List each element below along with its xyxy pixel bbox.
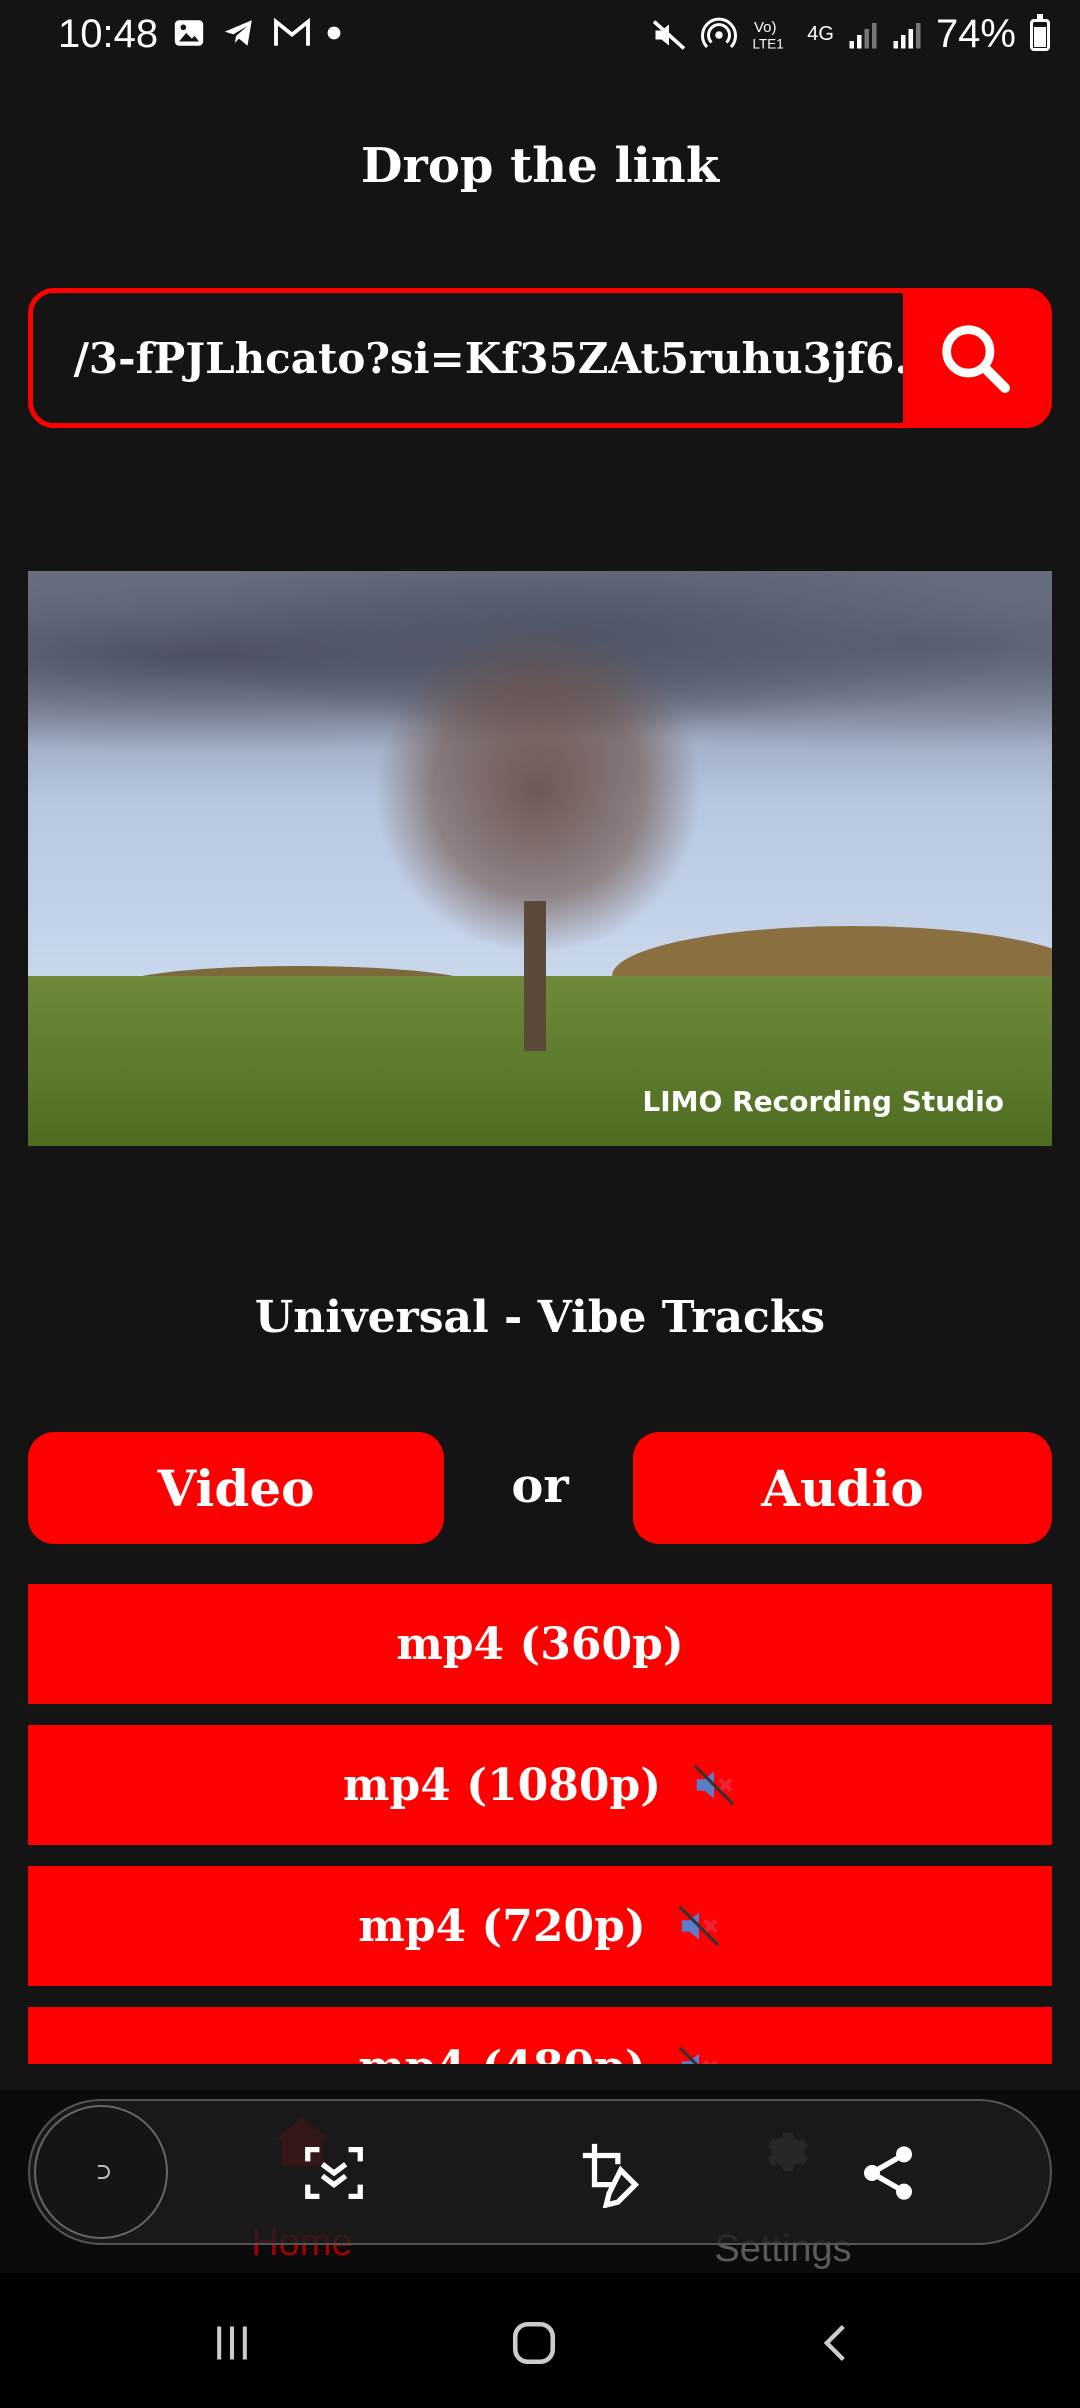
crop-edit-icon <box>582 2143 640 2208</box>
share-icon <box>864 2146 912 2200</box>
search-input[interactable] <box>33 293 909 423</box>
signal-2-icon <box>893 22 921 48</box>
screenshot-toolbar <box>28 2099 1052 2245</box>
svg-text:Vo): Vo) <box>754 19 777 36</box>
back-chevron-icon <box>823 2324 845 2362</box>
format-option-label: mp4 (360p) <box>396 1618 684 1670</box>
format-option-label: mp4 (1080p) <box>342 1759 662 1811</box>
home-system-button[interactable] <box>504 2313 564 2373</box>
network-type: 4G <box>807 23 834 45</box>
speaker-muted-icon <box>691 1762 737 1808</box>
format-option-button[interactable]: mp4 (480p) <box>28 2007 1052 2064</box>
speaker-muted-icon <box>676 2044 722 2064</box>
thumbnail-watermark: LIMO Recording Studio <box>642 1085 1004 1118</box>
gmail-icon <box>274 17 310 46</box>
battery-percent: 74% <box>935 12 1016 56</box>
or-label: or <box>511 1458 569 1514</box>
video-thumbnail: LIMO Recording Studio <box>28 571 1052 1146</box>
search-icon <box>942 325 1010 393</box>
edit-button[interactable] <box>572 2133 652 2213</box>
dot-icon <box>327 26 341 40</box>
status-time: 10:48 <box>58 12 159 56</box>
track-title: Universal - Vibe Tracks <box>254 1292 826 1343</box>
format-option-button[interactable]: mp4 (360p) <box>28 1584 1052 1704</box>
status-bar: 10:48 Vo) LTE1 4G 74% <box>0 0 1080 66</box>
format-list: mp4 (360p) mp4 (1080p) mp4 (720p) mp4 (480p… <box>28 1584 1052 2064</box>
search-button[interactable] <box>903 293 1047 423</box>
format-option-label: mp4 (480p) <box>358 2042 646 2065</box>
scroll-capture-icon <box>305 2147 363 2199</box>
recent-apps-button[interactable] <box>202 2313 262 2373</box>
system-status-icons: Vo) LTE1 4G 74% <box>651 12 1050 57</box>
back-button[interactable] <box>806 2313 866 2373</box>
format-option-label: mp4 (720p) <box>358 1900 646 1952</box>
battery-icon <box>1030 13 1050 51</box>
video-button[interactable]: Video <box>28 1432 444 1544</box>
speaker-muted-icon <box>676 1903 722 1949</box>
toolbar-handle[interactable] <box>34 2105 168 2239</box>
recent-apps-icon <box>217 2326 247 2360</box>
page-title: Drop the link <box>360 138 720 194</box>
share-button[interactable] <box>848 2133 928 2213</box>
mute-status-icon <box>653 19 686 50</box>
svg-text:LTE1: LTE1 <box>753 36 784 51</box>
format-option-button[interactable]: mp4 (1080p) <box>28 1725 1052 1845</box>
scroll-capture-button[interactable] <box>294 2133 374 2213</box>
system-navigation-bar <box>0 2273 1080 2408</box>
format-option-button[interactable]: mp4 (720p) <box>28 1866 1052 1986</box>
thumbnail-tree-trunk <box>524 901 546 1051</box>
hotspot-icon <box>701 17 738 48</box>
telegram-icon <box>224 20 252 46</box>
gallery-icon <box>174 20 204 46</box>
notification-icons <box>172 16 342 50</box>
home-square-icon <box>512 2321 556 2365</box>
search-box <box>28 288 1052 428</box>
volte-icon: Vo)LTE1 <box>753 19 784 52</box>
signal-1-icon <box>849 22 877 48</box>
audio-button[interactable]: Audio <box>633 1432 1052 1544</box>
